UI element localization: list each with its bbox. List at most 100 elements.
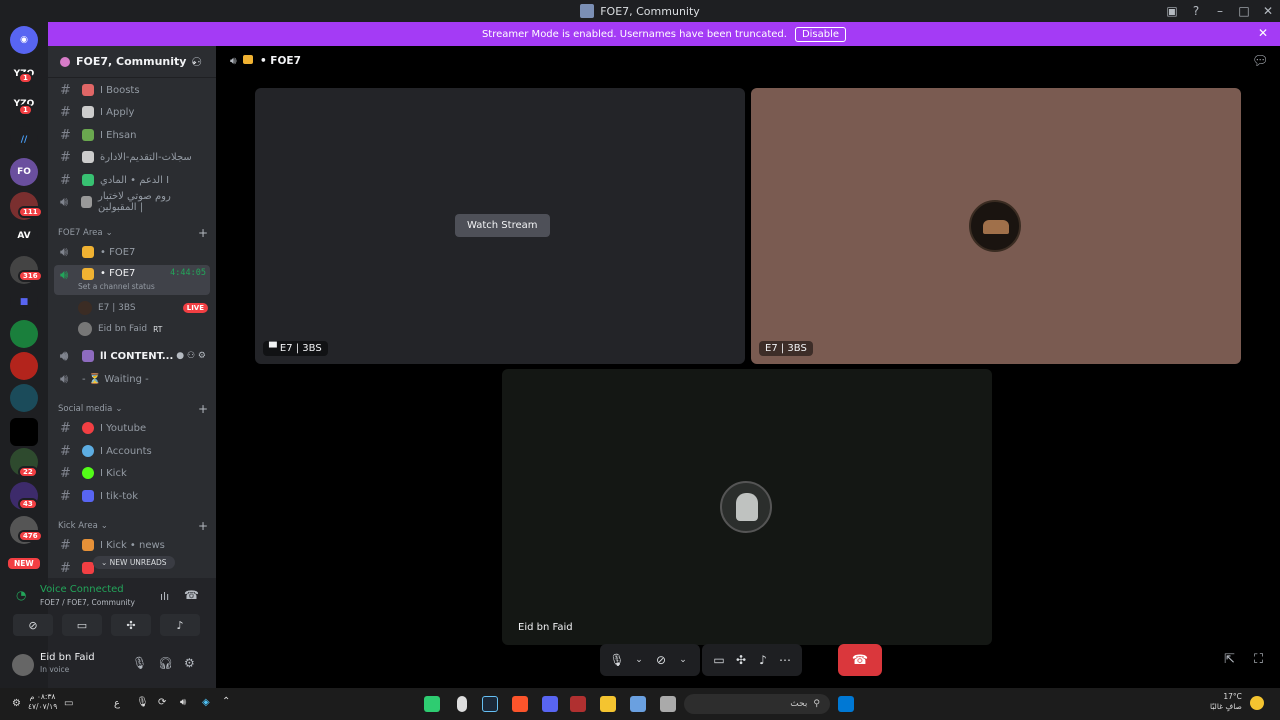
network-icon[interactable]: ◈ (202, 697, 210, 708)
help-icon[interactable]: ? (1184, 4, 1208, 18)
server-icon[interactable] (10, 320, 38, 348)
headphones-icon[interactable]: 🎧︎ (158, 656, 173, 670)
user-tile[interactable]: E7 | 3BS (751, 88, 1241, 364)
server-icon[interactable]: // (10, 126, 38, 154)
channel-item[interactable]: # سجلات-التقديم-الادارة (54, 147, 210, 167)
hash-icon: # (60, 127, 71, 143)
user-tile[interactable]: Eid bn Faid (502, 369, 992, 645)
chat-icon[interactable]: 💬︎ (1252, 54, 1269, 69)
avatar[interactable] (12, 654, 34, 676)
server-header[interactable]: FOE7, Community ⌄ ⚇ (48, 46, 216, 78)
channel-item[interactable]: # I Kick • news (54, 535, 210, 555)
channel-item[interactable]: # I Ehsan (54, 125, 210, 145)
microphone-icon[interactable]: 🎙︎ (132, 656, 147, 670)
category-social-media[interactable]: Social media ⌄ + (58, 402, 208, 416)
thumbs-up-icon (82, 490, 94, 502)
voice-channel-active[interactable]: 🔊︎ • FOE7 4:44:05 Set a channel status (54, 265, 210, 295)
folder-icon[interactable]: ■ (10, 288, 38, 316)
activities-icon[interactable]: ✣ (730, 653, 752, 667)
server-icon[interactable]: AV (10, 222, 38, 250)
camera-off-icon[interactable]: ⊘ (650, 653, 672, 667)
microphone-icon[interactable]: 🎙︎ (606, 653, 628, 667)
popout-icon[interactable]: ⇱ (1224, 652, 1235, 667)
activities-button[interactable]: ✣ (111, 614, 151, 636)
clock[interactable]: ٠٨:٣٨ م ٤٧/٠٧/١٩ (28, 692, 57, 712)
inbox-icon[interactable]: ▣ (1160, 4, 1184, 18)
gear-icon[interactable]: ⚙ (12, 698, 21, 709)
noise-suppression-icon[interactable]: ılı (160, 590, 169, 603)
chevron-down-icon[interactable]: ⌄ (628, 655, 650, 665)
channel-item[interactable]: # I Accounts (54, 441, 210, 461)
server-icon[interactable] (10, 418, 38, 446)
channel-item[interactable]: # الدعم • المادي I (54, 170, 210, 190)
new-unreads-pill[interactable]: ⌄ NEW UNREADS (93, 556, 175, 569)
microphone-icon[interactable]: 🎙︎ (136, 697, 149, 708)
invite-people-icon[interactable]: ⚇ (191, 55, 202, 69)
server-icon[interactable] (10, 352, 38, 380)
voicemeeter-icon[interactable] (570, 696, 586, 712)
channel-item[interactable]: # I Youtube (54, 418, 210, 438)
channel-actions-icon[interactable]: ● ⚇ ⚙ (176, 351, 206, 361)
chevron-down-icon[interactable]: ⌄ (672, 655, 694, 665)
voice-connected-channel[interactable]: FOE7 / FOE7, Community (40, 598, 135, 607)
app-icon[interactable] (424, 696, 440, 712)
discord-icon[interactable] (542, 696, 558, 712)
maximize-button[interactable]: □ (1232, 4, 1256, 18)
add-channel-icon[interactable]: + (198, 402, 208, 416)
gear-icon[interactable]: ⚙ (184, 656, 195, 670)
brave-icon[interactable] (512, 696, 528, 712)
stream-tile[interactable]: Watch Stream ▀ E7 | 3BS (255, 88, 745, 364)
mention-badge: 1 (18, 72, 33, 84)
folder-icon[interactable] (600, 696, 616, 712)
mention-badge: 22 (18, 466, 38, 478)
watch-stream-button[interactable]: Watch Stream (455, 214, 550, 237)
search-box[interactable]: بحث ⚲ (684, 694, 830, 714)
refresh-icon[interactable]: ⟳ (158, 697, 166, 708)
channel-status[interactable]: Set a channel status (78, 282, 155, 291)
voice-user-item[interactable]: E7 | 3BS LIVE (78, 299, 208, 317)
steam-icon[interactable] (482, 696, 498, 712)
server-icon-active[interactable]: FO (10, 158, 38, 186)
close-button[interactable]: ✕ (1256, 4, 1280, 18)
new-badge[interactable]: NEW (6, 556, 42, 571)
discord-home-icon[interactable]: ◉ (10, 26, 38, 54)
add-channel-icon[interactable]: + (198, 226, 208, 240)
server-icon[interactable] (10, 384, 38, 412)
voice-user-item[interactable]: Eid bn Faid RT (78, 320, 208, 338)
window-icon[interactable] (660, 696, 676, 712)
voice-channel-item[interactable]: 🔊︎ - ⏳ Waiting - (54, 369, 210, 389)
voice-connected-title[interactable]: Voice Connected (40, 584, 124, 595)
disable-button[interactable]: Disable (794, 26, 847, 42)
banner-close-icon[interactable]: ✕ (1258, 26, 1268, 40)
minimize-button[interactable]: – (1208, 4, 1232, 18)
category-foe7-area[interactable]: FOE7 Area ⌄ + (58, 226, 208, 240)
disconnect-button[interactable]: ☎ (838, 644, 882, 676)
channel-item[interactable]: # I tik-tok (54, 486, 210, 506)
store-icon[interactable] (630, 696, 646, 712)
channel-item[interactable]: # I Apply (54, 102, 210, 122)
chevron-up-icon[interactable]: ⌃ (222, 696, 230, 707)
user-name[interactable]: Eid bn Faid (40, 652, 95, 663)
notification-icon[interactable]: ▭ (64, 698, 73, 709)
screen-share-button[interactable]: ▭ (62, 614, 102, 636)
more-icon[interactable]: ⋯ (774, 653, 796, 667)
hash-icon: # (60, 82, 71, 98)
add-channel-icon[interactable]: + (198, 519, 208, 533)
screen-share-icon[interactable]: ▭ (708, 653, 730, 667)
language-indicator[interactable]: ع (114, 698, 120, 709)
weather-widget[interactable]: 17°C صافٍ غالبًا (1210, 692, 1242, 712)
voice-channel-item[interactable]: 🔊︎ • FOE7 (54, 242, 210, 262)
fullscreen-icon[interactable]: ⛶ (1254, 652, 1263, 667)
voice-channel-item[interactable]: 🔊︎ ll CONTENT... ● ⚇ ⚙ (54, 346, 210, 366)
speaker-icon[interactable]: 🔊︎ (180, 697, 186, 708)
channel-item[interactable]: # I Kick (54, 463, 210, 483)
voice-channel-item[interactable]: 🔊︎ روم صوتي لاختبار المقبولين | (54, 191, 210, 213)
camera-off-button[interactable]: ⊘ (13, 614, 53, 636)
disconnect-icon[interactable]: ☎ (184, 588, 199, 602)
mouse-icon[interactable] (457, 696, 467, 712)
category-kick-area[interactable]: Kick Area ⌄ + (58, 519, 208, 533)
soundboard-button[interactable]: ♪ (160, 614, 200, 636)
start-icon[interactable] (838, 696, 854, 712)
channel-item[interactable]: # I Boosts (54, 80, 210, 100)
soundboard-icon[interactable]: ♪ (752, 653, 774, 667)
